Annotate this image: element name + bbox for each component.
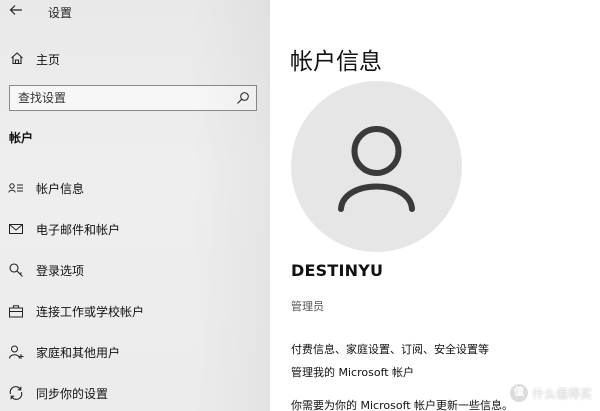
watermark-logo-icon: 值: [509, 384, 528, 402]
watermark: 值 什么值得买: [509, 383, 592, 403]
sidebar-item-label: 帐户信息: [36, 182, 85, 196]
update-info-text: 你需要为你的 Microsoft 帐户更新一些信息。: [291, 399, 514, 411]
sidebar-item-account-info[interactable]: 帐户信息: [0, 170, 270, 206]
section-title: 帐户: [9, 131, 34, 145]
sidebar-item-label: 同步你的设置: [36, 387, 109, 401]
app-title: 设置: [48, 6, 73, 20]
sidebar-item-home[interactable]: 主页: [0, 43, 270, 75]
page-title: 帐户信息: [290, 49, 382, 75]
back-button[interactable]: [8, 2, 28, 20]
watermark-text: 什么值得买: [531, 386, 592, 401]
sidebar-item-label: 电子邮件和帐户: [36, 223, 121, 237]
search-box[interactable]: [9, 85, 257, 111]
back-arrow-icon: [9, 5, 22, 15]
briefcase-icon: [9, 305, 23, 318]
home-label: 主页: [36, 53, 61, 67]
home-icon: [11, 52, 23, 65]
user-name: DESTINYU: [291, 261, 384, 280]
info-text: 付费信息、家庭设置、订阅、安全设置等: [291, 343, 489, 356]
email-icon: [9, 224, 23, 234]
sidebar: 设置 主页 帐户 帐户信息 电子邮件和帐户: [0, 0, 270, 411]
sidebar-item-sync[interactable]: 同步你的设置: [0, 375, 270, 411]
sidebar-item-work-school[interactable]: 连接工作或学校帐户: [0, 293, 270, 329]
person-icon: [338, 126, 415, 212]
sidebar-item-sign-in-options[interactable]: 登录选项: [0, 252, 270, 288]
account-info-icon: [8, 183, 23, 193]
sidebar-item-label: 连接工作或学校帐户: [36, 305, 145, 319]
person-add-icon: [9, 345, 24, 359]
main-content: 帐户信息 DESTINYU 管理员 付费信息、家庭设置、订阅、安全设置等 管理我…: [270, 0, 600, 411]
sidebar-item-email[interactable]: 电子邮件和帐户: [0, 211, 270, 247]
search-input[interactable]: [10, 86, 230, 110]
sidebar-item-label: 家庭和其他用户: [36, 346, 121, 360]
avatar: [291, 81, 462, 252]
user-role: 管理员: [291, 300, 324, 313]
sidebar-item-family[interactable]: 家庭和其他用户: [0, 334, 270, 370]
title-bar: 设置: [0, 0, 270, 24]
search-icon[interactable]: [236, 91, 250, 105]
sidebar-item-label: 登录选项: [36, 264, 85, 278]
sync-icon: [9, 386, 23, 400]
key-icon: [9, 263, 23, 277]
manage-account-link[interactable]: 管理我的 Microsoft 帐户: [291, 364, 414, 380]
